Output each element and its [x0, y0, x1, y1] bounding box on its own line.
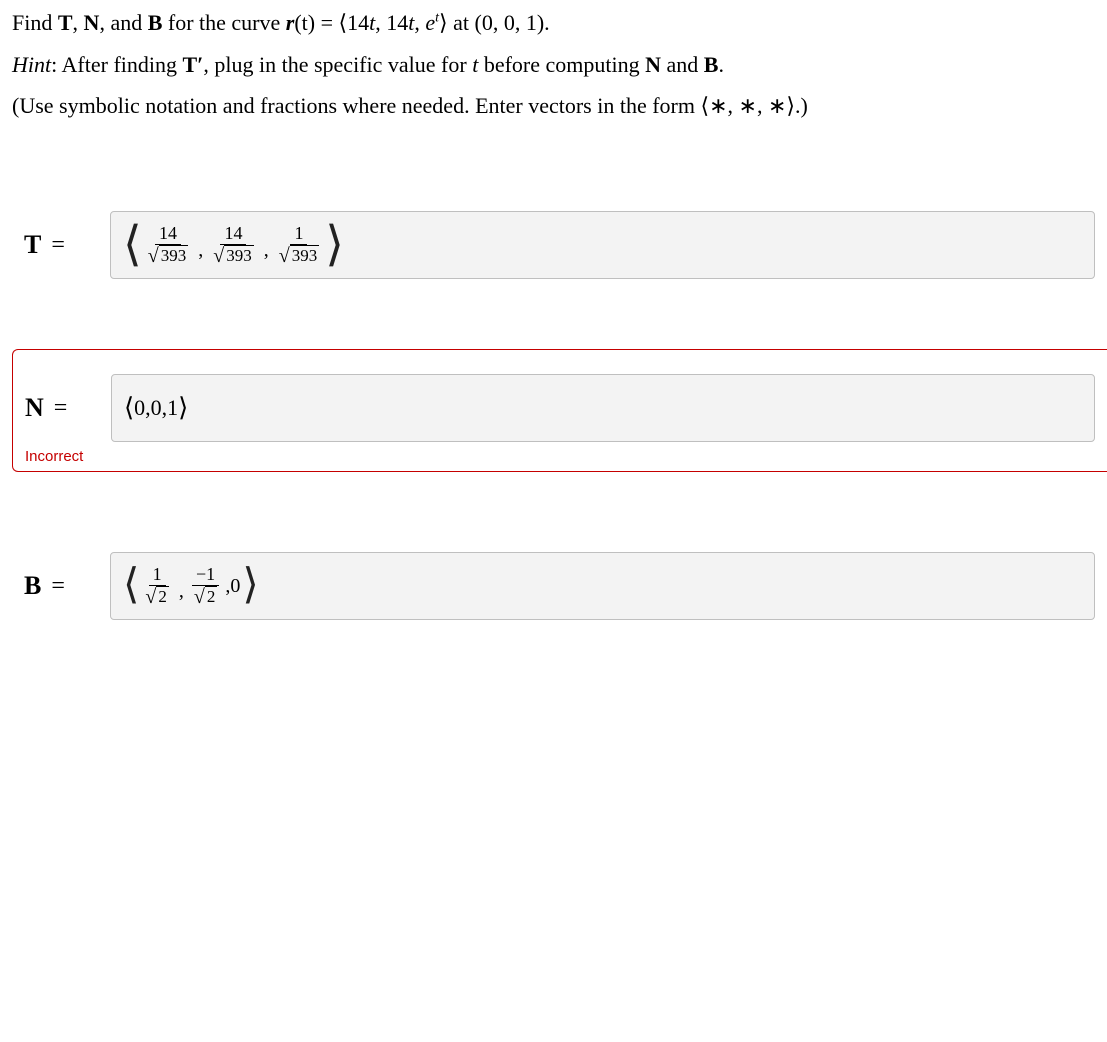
fraction: 14 √393 — [144, 224, 192, 266]
angle-bracket-open-icon — [124, 393, 134, 423]
label-B: B= — [24, 571, 110, 601]
sqrt-icon: √ — [145, 587, 156, 607]
input-N[interactable]: 0,0,1 — [111, 374, 1095, 442]
question-hint: Hint: After finding T′, plug in the spec… — [12, 50, 1107, 80]
answer-block-N: N= 0,0,1 Incorrect — [12, 349, 1107, 472]
angle-bracket-close-icon — [325, 226, 344, 264]
input-T[interactable]: 14 √393 , 14 √393 , 1 √393 — [110, 211, 1095, 279]
input-B[interactable]: 1 √2 , −1 √2 ,0 — [110, 552, 1095, 620]
feedback-incorrect: Incorrect — [13, 442, 1107, 465]
sqrt-icon: √ — [194, 587, 205, 607]
sqrt-icon: √ — [213, 246, 224, 266]
fraction: −1 √2 — [190, 565, 221, 607]
sqrt-icon: √ — [148, 246, 159, 266]
fraction: 14 √393 — [209, 224, 257, 266]
angle-bracket-close-icon — [178, 393, 188, 423]
fraction: 1 √2 — [141, 565, 172, 607]
angle-bracket-open-icon — [123, 226, 142, 264]
answer-block-T: T= 14 √393 , 14 √393 , 1 √393 — [12, 211, 1107, 279]
sqrt-icon: √ — [279, 246, 290, 266]
question-line-1: Find T, N, and B for the curve r(t) = 14… — [12, 8, 1107, 38]
angle-bracket-open-icon — [339, 10, 348, 35]
question-text: Find T, N, and B for the curve r(t) = 14… — [12, 8, 1107, 121]
label-N: N= — [25, 393, 111, 423]
angle-bracket-open-icon — [123, 569, 139, 603]
angle-bracket-close-icon — [242, 569, 258, 603]
question-instructions: (Use symbolic notation and fractions whe… — [12, 91, 1107, 121]
label-T: T= — [24, 230, 110, 260]
answer-block-B: B= 1 √2 , −1 √2 ,0 — [12, 552, 1107, 620]
fraction: 1 √393 — [275, 224, 323, 266]
angle-bracket-close-icon — [439, 10, 448, 35]
